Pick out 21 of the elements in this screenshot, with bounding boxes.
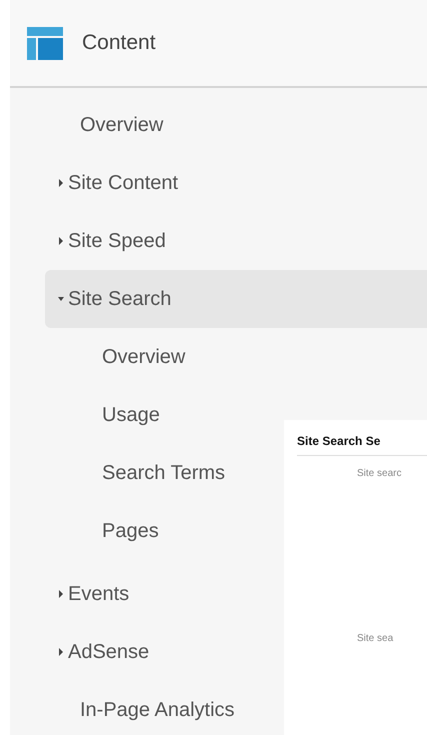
- nav-item[interactable]: Overview: [58, 96, 164, 154]
- section-title: Content: [82, 30, 156, 56]
- caret-right-icon: [58, 590, 64, 598]
- nav-item[interactable]: Site Search: [45, 270, 427, 328]
- nav-item[interactable]: Events: [58, 565, 130, 623]
- caret-right-icon: [58, 237, 64, 245]
- nav-item[interactable]: AdSense: [58, 623, 150, 681]
- nav-item[interactable]: Site Content: [58, 154, 178, 212]
- layout-icon: [27, 26, 63, 60]
- nav-subitem[interactable]: Usage: [102, 386, 160, 444]
- nav-item[interactable]: Site Speed: [58, 212, 166, 270]
- caret-right-icon: [58, 648, 64, 656]
- panel-title: Site Search Se: [297, 432, 427, 456]
- nav-item[interactable]: In-Page Analytics: [58, 681, 235, 735]
- caret-down-icon: [58, 295, 64, 303]
- panel-text: Site searc: [356, 467, 402, 481]
- panel-text: Site sea: [356, 632, 394, 646]
- nav-subitem[interactable]: Overview: [102, 328, 186, 386]
- nav-subitem[interactable]: Pages: [102, 502, 159, 560]
- nav-subitem[interactable]: Search Terms: [102, 444, 226, 502]
- caret-right-icon: [58, 179, 64, 187]
